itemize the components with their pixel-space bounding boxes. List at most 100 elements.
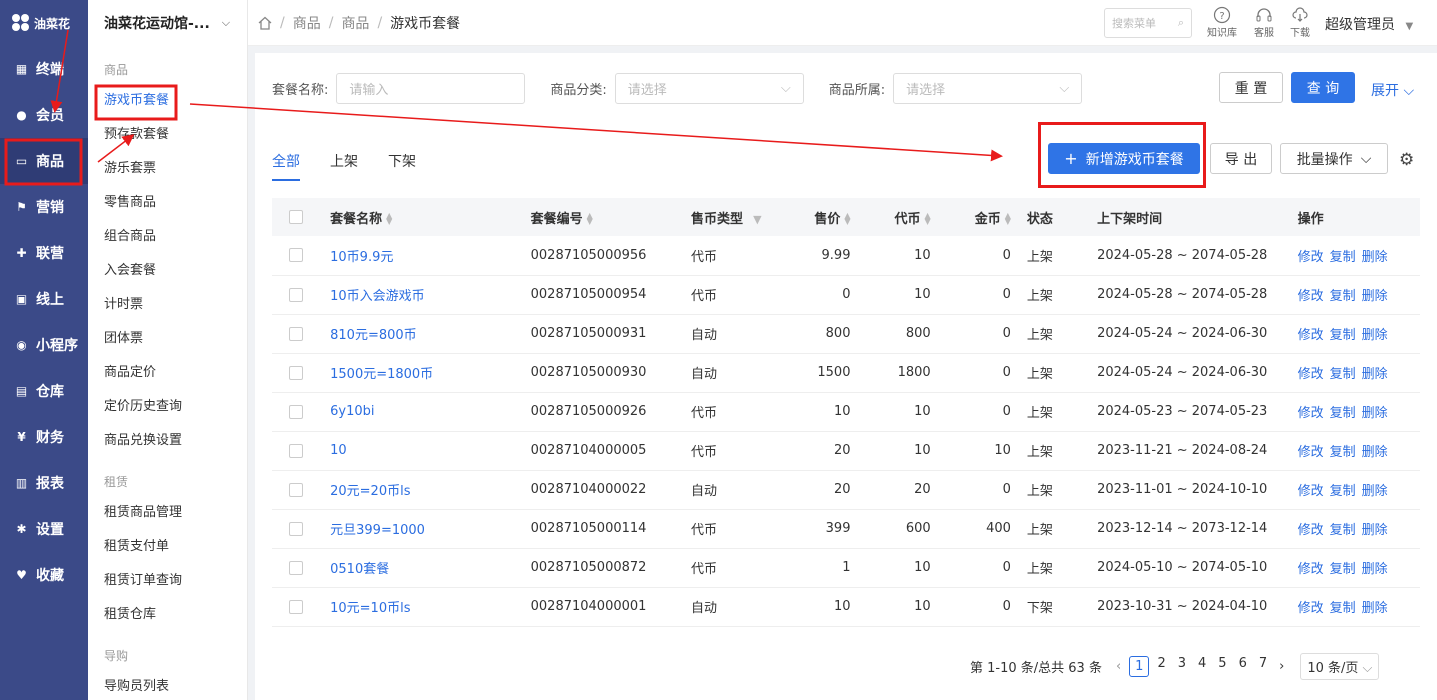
export-button[interactable]: 导 出 (1210, 143, 1272, 174)
row-checkbox[interactable] (272, 314, 323, 354)
download-button[interactable]: 下载 (1283, 6, 1317, 39)
delete-link[interactable]: 删除 (1362, 601, 1388, 616)
prev-page-icon[interactable]: ‹ (1116, 659, 1121, 674)
copy-link[interactable]: 复制 (1330, 328, 1356, 343)
page-number[interactable]: 6 (1239, 656, 1247, 677)
submenu-item[interactable]: 租赁仓库 (88, 598, 247, 632)
page-number[interactable]: 1 (1129, 656, 1150, 677)
copy-link[interactable]: 复制 (1330, 523, 1356, 538)
delete-link[interactable]: 删除 (1362, 523, 1388, 538)
breadcrumb-item[interactable]: 商品 (293, 13, 321, 33)
row-checkbox[interactable] (272, 509, 323, 549)
col-token[interactable]: 代币 ▲ ▼ (858, 198, 939, 236)
package-name-link[interactable]: 6y10bi (322, 392, 523, 432)
next-page-icon[interactable]: › (1279, 659, 1284, 674)
copy-link[interactable]: 复制 (1330, 484, 1356, 499)
nav-item[interactable]: ▦ 终端 (0, 46, 88, 92)
submenu-item[interactable]: 游戏币套餐 (88, 84, 247, 118)
row-checkbox[interactable] (272, 431, 323, 471)
delete-link[interactable]: 删除 (1362, 445, 1388, 460)
nav-item[interactable]: ◉ 小程序 (0, 322, 88, 368)
edit-link[interactable]: 修改 (1298, 445, 1324, 460)
owner-select[interactable]: 请选择 ⌵ (893, 72, 1083, 104)
nav-item[interactable]: ✚ 联营 (0, 230, 88, 276)
breadcrumb-item[interactable]: 商品 (341, 13, 369, 33)
reset-button[interactable]: 重 置 (1219, 72, 1283, 103)
row-checkbox[interactable] (272, 548, 323, 588)
expand-toggle[interactable]: 展开 ⌵ (1371, 80, 1414, 100)
page-size-select[interactable]: 10 条/页 ⌵ (1300, 653, 1380, 680)
name-filter-input[interactable]: 请输入 (336, 72, 526, 104)
copy-link[interactable]: 复制 (1330, 562, 1356, 577)
page-number[interactable]: 3 (1178, 656, 1186, 677)
page-number[interactable]: 2 (1157, 656, 1165, 677)
submenu-item[interactable]: 组合商品 (88, 220, 247, 254)
submenu-item[interactable]: 团体票 (88, 322, 247, 356)
user-menu[interactable]: 超级管理员 ▼ (1325, 14, 1413, 34)
knowledge-button[interactable]: ? 知识库 (1205, 6, 1239, 39)
package-name-link[interactable]: 10元=10币ls (322, 587, 523, 627)
submenu-item[interactable]: 导购员列表 (88, 670, 247, 700)
submenu-item[interactable]: 租赁支付单 (88, 530, 247, 564)
col-price[interactable]: 售价 ▲ ▼ (778, 198, 859, 236)
submenu-item[interactable]: 定价历史查询 (88, 390, 247, 424)
edit-link[interactable]: 修改 (1298, 367, 1324, 382)
edit-link[interactable]: 修改 (1298, 289, 1324, 304)
copy-link[interactable]: 复制 (1330, 367, 1356, 382)
package-name-link[interactable]: 10币入会游戏币 (322, 275, 523, 315)
delete-link[interactable]: 删除 (1362, 367, 1388, 382)
copy-link[interactable]: 复制 (1330, 250, 1356, 265)
package-name-link[interactable]: 元旦399=1000 (322, 509, 523, 549)
submenu-item[interactable]: 计时票 (88, 288, 247, 322)
nav-item[interactable]: ▭ 商品 (0, 138, 88, 184)
select-all-checkbox[interactable] (272, 198, 323, 236)
nav-item[interactable]: ⚑ 营销 (0, 184, 88, 230)
service-button[interactable]: 客服 (1247, 6, 1281, 39)
row-checkbox[interactable] (272, 353, 323, 393)
row-checkbox[interactable] (272, 275, 323, 315)
row-checkbox[interactable] (272, 236, 323, 276)
query-button[interactable]: 查 询 (1291, 72, 1355, 103)
tab-all[interactable]: 全部 (272, 151, 300, 181)
delete-link[interactable]: 删除 (1362, 328, 1388, 343)
submenu-item[interactable]: 入会套餐 (88, 254, 247, 288)
nav-item[interactable]: ▤ 仓库 (0, 368, 88, 414)
copy-link[interactable]: 复制 (1330, 406, 1356, 421)
delete-link[interactable]: 删除 (1362, 250, 1388, 265)
batch-ops-dropdown[interactable]: 批量操作 ⌵ (1280, 143, 1388, 174)
edit-link[interactable]: 修改 (1298, 484, 1324, 499)
edit-link[interactable]: 修改 (1298, 562, 1324, 577)
delete-link[interactable]: 删除 (1362, 484, 1388, 499)
package-name-link[interactable]: 10 (322, 431, 523, 471)
edit-link[interactable]: 修改 (1298, 328, 1324, 343)
edit-link[interactable]: 修改 (1298, 601, 1324, 616)
row-checkbox[interactable] (272, 392, 323, 432)
submenu-item[interactable]: 租赁商品管理 (88, 496, 247, 530)
nav-item[interactable]: ♥ 收藏 (0, 552, 88, 598)
settings-gear-icon[interactable]: ⚙ (1399, 150, 1414, 170)
page-number[interactable]: 5 (1218, 656, 1226, 677)
package-name-link[interactable]: 10币9.9元 (322, 236, 523, 276)
submenu-item[interactable]: 租赁订单查询 (88, 564, 247, 598)
edit-link[interactable]: 修改 (1298, 523, 1324, 538)
package-name-link[interactable]: 0510套餐 (322, 548, 523, 588)
col-gold[interactable]: 金币 ▲ ▼ (938, 198, 1019, 236)
nav-item[interactable]: ✱ 设置 (0, 506, 88, 552)
tab-on-shelf[interactable]: 上架 (330, 151, 358, 181)
delete-link[interactable]: 删除 (1362, 289, 1388, 304)
submenu-item[interactable]: 商品定价 (88, 356, 247, 390)
package-name-link[interactable]: 810元=800币 (322, 314, 523, 354)
submenu-item[interactable]: 预存款套餐 (88, 118, 247, 152)
package-name-link[interactable]: 1500元=1800币 (322, 353, 523, 393)
delete-link[interactable]: 删除 (1362, 562, 1388, 577)
package-name-link[interactable]: 20元=20币ls (322, 470, 523, 510)
edit-link[interactable]: 修改 (1298, 250, 1324, 265)
menu-search-input[interactable]: 搜索菜单 ⌕ (1104, 8, 1192, 38)
submenu-item[interactable]: 零售商品 (88, 186, 247, 220)
copy-link[interactable]: 复制 (1330, 445, 1356, 460)
row-checkbox[interactable] (272, 587, 323, 627)
nav-item[interactable]: ▣ 线上 (0, 276, 88, 322)
edit-link[interactable]: 修改 (1298, 406, 1324, 421)
page-number[interactable]: 7 (1259, 656, 1267, 677)
page-number[interactable]: 4 (1198, 656, 1206, 677)
